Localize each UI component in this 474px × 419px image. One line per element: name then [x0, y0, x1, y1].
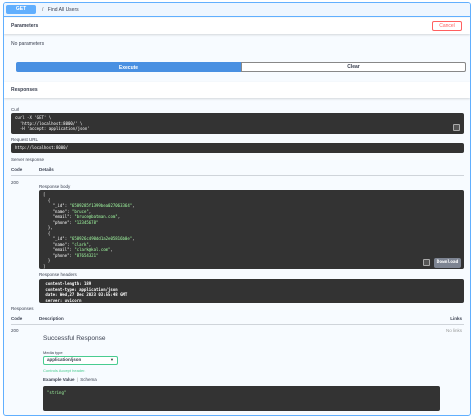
curl-label: Curl [11, 107, 20, 112]
response-body-label: Response body [39, 184, 71, 189]
documented-responses-title: Responses [11, 306, 34, 311]
accept-header-note: Controls Accept header. [43, 368, 86, 373]
response-body-block[interactable]: [ { "_id": "6589285f1399bea027063364", "… [39, 190, 464, 269]
example-tabs: Example Value | Schema [43, 377, 97, 382]
media-type-value: application/json [47, 357, 82, 362]
request-url-label: Request URL [11, 137, 39, 142]
operation-path: / Find All Users [42, 7, 79, 13]
json-key: "_id" [52, 203, 65, 208]
json-value: "bruce@batman.com" [74, 214, 118, 219]
request-url-value: http://localhost:8000/ [15, 145, 68, 150]
schema-tab[interactable]: Schema [80, 377, 97, 382]
documented-code-header: Code [11, 316, 23, 321]
json-key: "name" [52, 208, 68, 214]
example-value-block[interactable]: "string" [43, 386, 440, 411]
json-key: "_id" [52, 236, 65, 241]
example-value-tab[interactable]: Example Value [43, 377, 75, 382]
json-key: "email" [52, 214, 70, 219]
media-type-label: Media type [43, 350, 63, 355]
response-headers-label: Response headers [39, 272, 77, 277]
operation-block: GET / Find All Users Parameters Cancel N… [3, 2, 471, 416]
server-response-label: Server response [11, 157, 45, 162]
json-key: "phone" [52, 219, 70, 225]
documented-response-code: 200 [11, 328, 19, 333]
json-value: "clark@kal.com" [74, 247, 111, 252]
documented-description-header: Description [39, 316, 64, 321]
example-value-text: "string" [47, 390, 67, 395]
json-key: "phone" [52, 252, 70, 258]
json-value: "6589285f1399bea027063364" [69, 203, 133, 208]
execute-button[interactable]: Execute [16, 62, 241, 72]
chevron-down-icon: ▼ [110, 357, 114, 362]
no-links-text: No links [445, 328, 462, 333]
response-headers-text: content-length: 189 content-type: applic… [45, 281, 128, 303]
documented-links-header: Links [450, 316, 462, 321]
http-method-badge: GET [6, 5, 36, 14]
json-key: "name" [52, 241, 68, 247]
no-parameters-text: No parameters [11, 41, 45, 47]
path-separator: / [42, 7, 44, 13]
responses-header: Responses [4, 82, 470, 98]
response-headers-block[interactable]: content-length: 189 content-type: applic… [39, 279, 464, 303]
server-code-header: Code [11, 167, 23, 172]
tab-separator: | [76, 377, 78, 382]
server-response-code: 200 [11, 180, 19, 185]
download-button[interactable]: Download [434, 258, 461, 268]
json-value: "bruce" [71, 208, 89, 214]
request-url-block[interactable]: http://localhost:8000/ [11, 143, 464, 153]
json-value: "658926c490dd1a2e05816b0e" [69, 236, 133, 241]
json-value: "12345678" [74, 219, 99, 225]
json-value: "clark" [71, 241, 89, 247]
curl-command: curl -X 'GET' \ 'http://localhost:8000/'… [15, 115, 90, 131]
parameters-header: Parameters Cancel [4, 18, 470, 34]
documented-response-description: Successful Response [43, 335, 106, 342]
server-details-header: Details [39, 167, 54, 172]
clear-button[interactable]: Clear [241, 62, 466, 72]
operation-summary-bar[interactable]: GET / Find All Users [4, 3, 470, 17]
documented-responses-divider [11, 324, 464, 325]
parameters-title: Parameters [11, 23, 39, 29]
responses-title: Responses [11, 87, 38, 93]
cancel-button[interactable]: Cancel [432, 21, 462, 31]
media-type-select[interactable]: application/json ▼ [43, 356, 118, 365]
copy-icon[interactable] [423, 259, 430, 266]
operation-summary: Find All Users [47, 7, 79, 13]
response-body-json: [ { "_id": "6589285f1399bea027063364", "… [43, 192, 135, 269]
server-response-divider [11, 175, 464, 176]
copy-icon[interactable] [453, 124, 460, 131]
json-value: "87654321" [74, 252, 99, 258]
execute-row: Execute Clear [16, 62, 466, 72]
json-key: "email" [52, 247, 70, 252]
curl-code-block[interactable]: curl -X 'GET' \ 'http://localhost:8000/'… [11, 113, 464, 134]
